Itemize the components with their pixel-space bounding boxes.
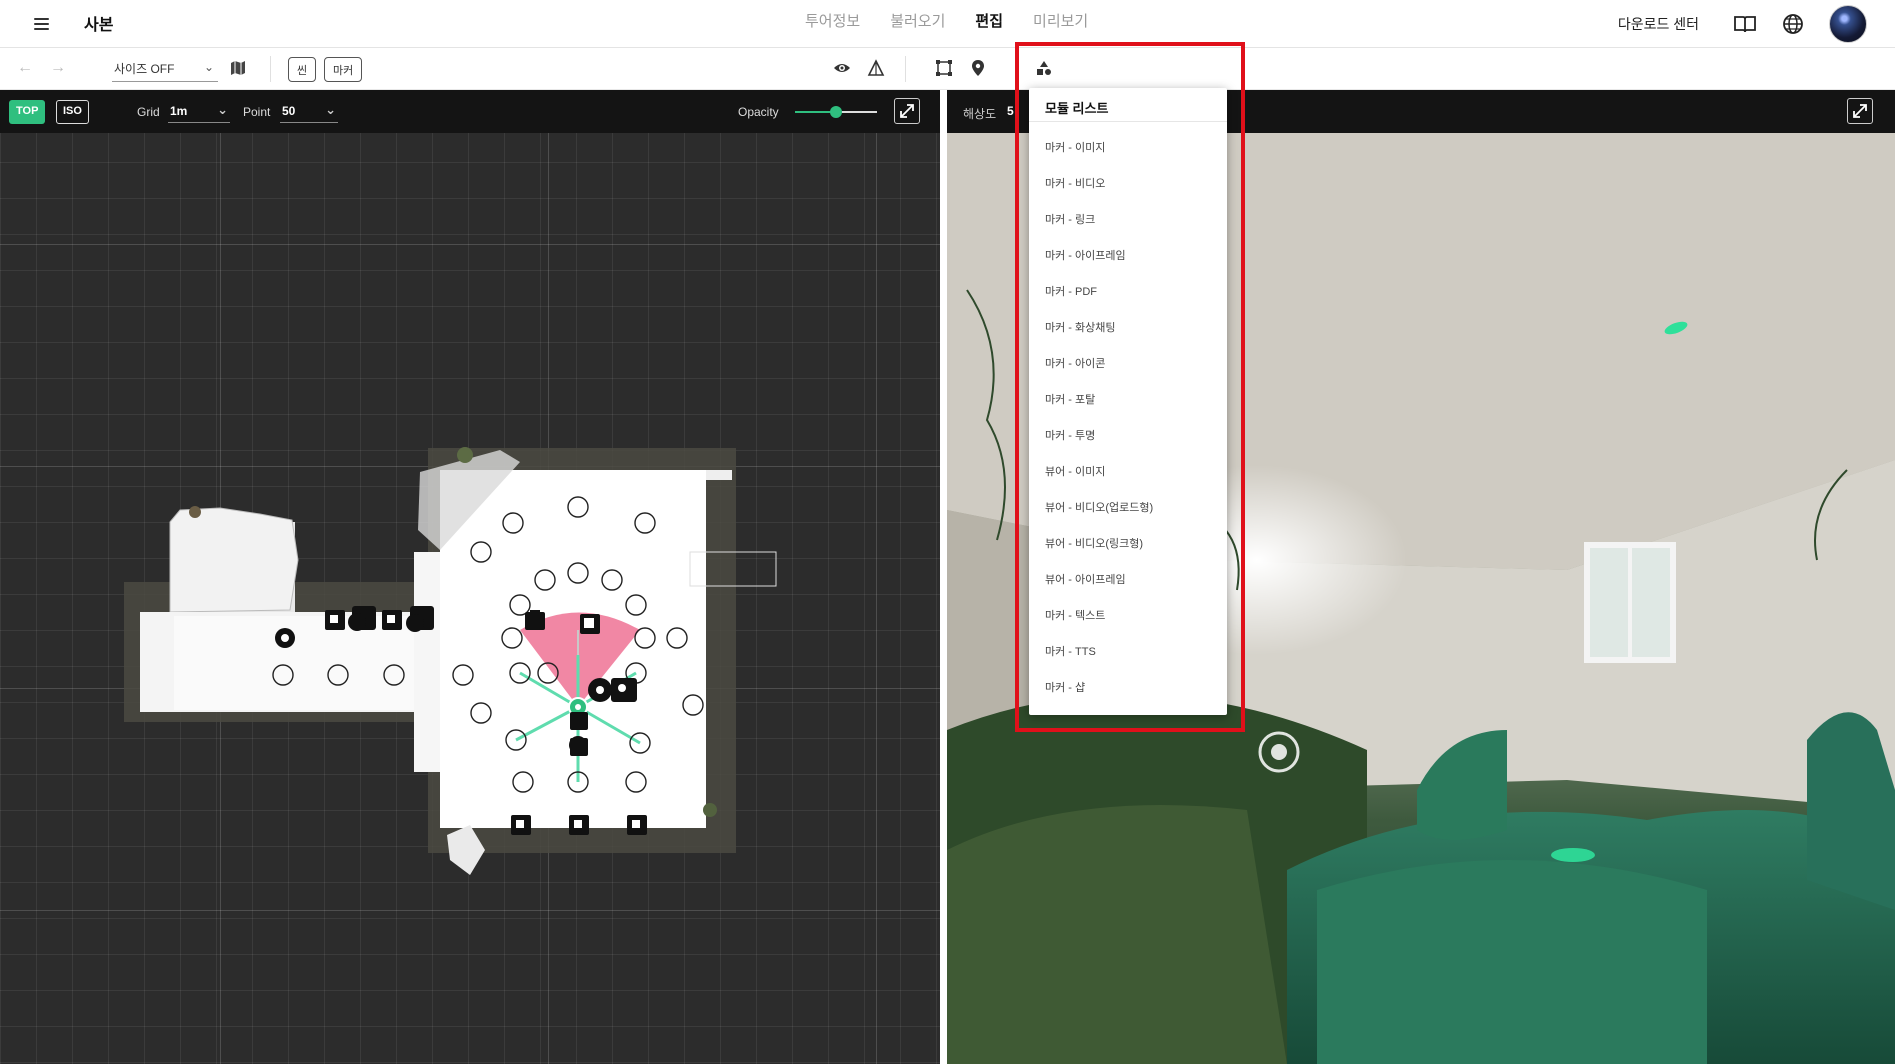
module-list-dropdown: 모듈 리스트 마커 - 이미지 마커 - 비디오 마커 - 링크 마커 - 아이… bbox=[1029, 88, 1227, 715]
iso-view-button[interactable]: ISO bbox=[56, 100, 89, 124]
top-bar: 사본 투어정보 불러오기 편집 미리보기 다운로드 센터 bbox=[0, 0, 1895, 48]
tab-tour-info[interactable]: 투어정보 bbox=[790, 10, 875, 31]
measure-icon[interactable] bbox=[867, 59, 887, 79]
chevron-down-icon: ⌄ bbox=[217, 102, 228, 117]
user-avatar[interactable] bbox=[1829, 5, 1867, 43]
module-item[interactable]: 마커 - 샵 bbox=[1029, 670, 1227, 706]
module-item[interactable]: 마커 - PDF bbox=[1029, 274, 1227, 310]
toolbar-divider bbox=[905, 56, 906, 82]
opacity-slider-thumb[interactable] bbox=[830, 106, 842, 118]
expand-icon[interactable] bbox=[894, 98, 920, 124]
opacity-slider[interactable] bbox=[795, 106, 877, 118]
chevron-down-icon: ⌄ bbox=[325, 102, 336, 117]
resolution-value[interactable]: 5 bbox=[1007, 104, 1014, 118]
expand-icon[interactable] bbox=[1847, 98, 1873, 124]
redo-arrow-icon[interactable]: → bbox=[48, 58, 68, 78]
point-select-value: 50 bbox=[282, 104, 296, 118]
grid-label: Grid bbox=[137, 105, 160, 119]
module-item[interactable]: 마커 - 포탈 bbox=[1029, 382, 1227, 418]
tab-import[interactable]: 불러오기 bbox=[875, 10, 960, 31]
editor-toolbar: ← → 사이즈 OFF ⌄ 씬 마커 bbox=[0, 48, 1895, 90]
module-item[interactable]: 뷰어 - 이미지 bbox=[1029, 454, 1227, 490]
module-item[interactable]: 마커 - 비디오 bbox=[1029, 166, 1227, 202]
top-view-button[interactable]: TOP bbox=[9, 100, 46, 124]
globe-icon[interactable] bbox=[1781, 12, 1805, 36]
module-item[interactable]: 마커 - 투명 bbox=[1029, 418, 1227, 454]
floorplan-map[interactable] bbox=[0, 133, 940, 1064]
grid-select[interactable]: 1m ⌄ bbox=[168, 101, 230, 123]
tab-edit[interactable]: 편집 bbox=[960, 10, 1018, 31]
resolution-label: 해상도 bbox=[963, 107, 997, 121]
main-tabs: 투어정보 불러오기 편집 미리보기 bbox=[790, 10, 1103, 31]
location-pin-icon[interactable] bbox=[969, 59, 989, 79]
area-select-icon[interactable] bbox=[935, 59, 955, 79]
point-select[interactable]: 50 ⌄ bbox=[280, 101, 338, 123]
point-label: Point bbox=[243, 105, 271, 119]
book-icon[interactable] bbox=[1733, 12, 1757, 36]
module-item[interactable]: 마커 - 텍스트 bbox=[1029, 598, 1227, 634]
module-item[interactable]: 뷰어 - 비디오(링크형) bbox=[1029, 526, 1227, 562]
floorplan-controls: TOP ISO Grid 1m ⌄ Point 50 ⌄ Opacity bbox=[0, 90, 940, 133]
map-icon[interactable] bbox=[230, 60, 248, 78]
panel-divider-handle[interactable] bbox=[940, 90, 947, 1064]
grid-select-value: 1m bbox=[170, 104, 188, 118]
chevron-down-icon: ⌄ bbox=[203, 60, 214, 74]
size-select[interactable]: 사이즈 OFF ⌄ bbox=[112, 56, 218, 82]
size-select-value: 사이즈 OFF bbox=[114, 62, 175, 76]
module-item[interactable]: 마커 - 아이프레임 bbox=[1029, 238, 1227, 274]
undo-arrow-icon[interactable]: ← bbox=[15, 58, 35, 78]
module-shapes-icon[interactable] bbox=[1035, 59, 1055, 79]
scene-button[interactable]: 씬 bbox=[288, 57, 317, 82]
module-item[interactable]: 마커 - 화상채팅 bbox=[1029, 310, 1227, 346]
module-item[interactable]: 뷰어 - 비디오(업로드형) bbox=[1029, 490, 1227, 526]
marker-button[interactable]: 마커 bbox=[324, 57, 363, 82]
module-item[interactable]: 마커 - 아이콘 bbox=[1029, 346, 1227, 382]
module-item[interactable]: 마커 - 링크 bbox=[1029, 202, 1227, 238]
module-item[interactable]: 마커 - TTS bbox=[1029, 634, 1227, 670]
page-title: 사본 bbox=[84, 17, 114, 34]
toolbar-divider bbox=[270, 56, 271, 82]
module-list-title: 모듈 리스트 bbox=[1029, 88, 1227, 122]
floorplan-panel[interactable]: TOP ISO Grid 1m ⌄ Point 50 ⌄ Opacity bbox=[0, 90, 940, 1064]
module-item[interactable]: 마커 - 이미지 bbox=[1029, 130, 1227, 166]
module-item[interactable]: 뷰어 - 아이프레임 bbox=[1029, 562, 1227, 598]
tab-preview[interactable]: 미리보기 bbox=[1018, 10, 1103, 31]
eye-icon[interactable] bbox=[833, 59, 853, 79]
download-center-link[interactable]: 다운로드 센터 bbox=[1618, 14, 1699, 34]
hamburger-menu-icon[interactable] bbox=[30, 12, 54, 36]
opacity-label: Opacity bbox=[738, 105, 779, 119]
